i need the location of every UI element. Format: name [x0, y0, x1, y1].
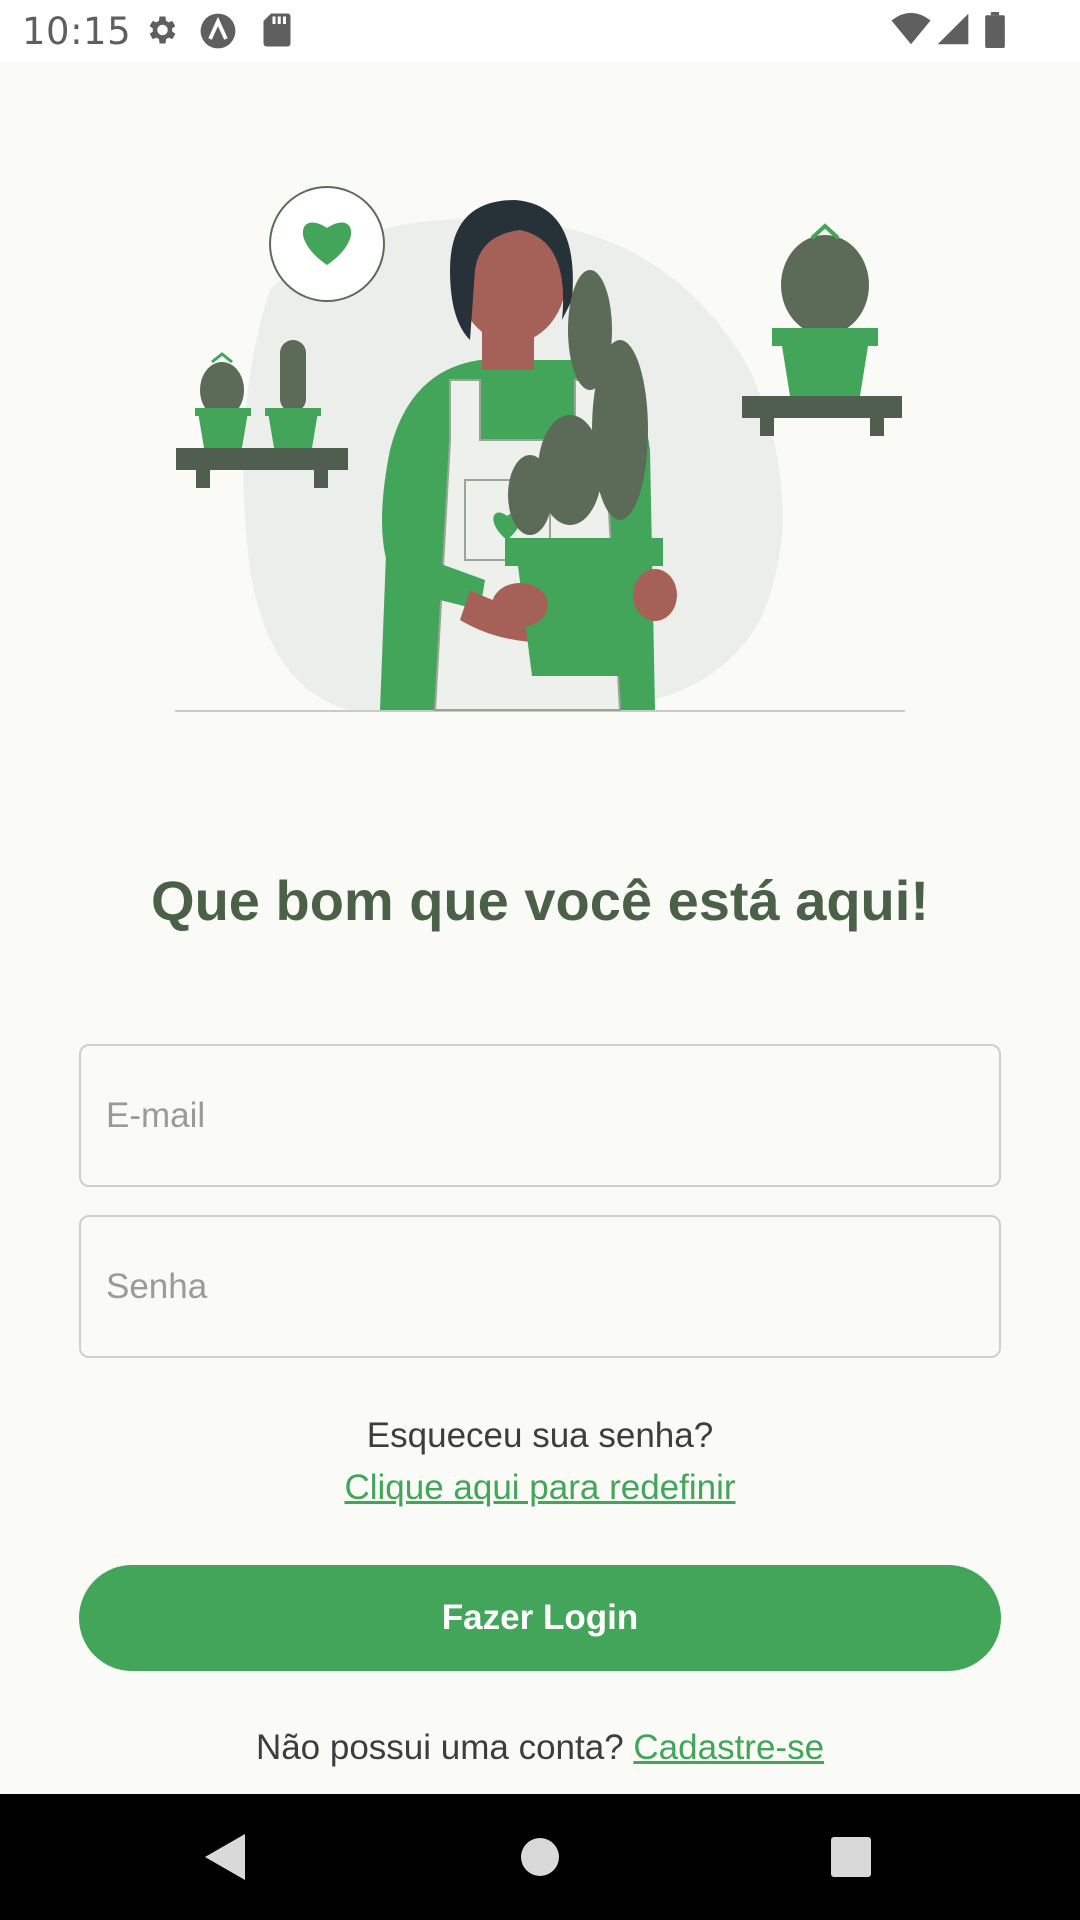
signup-row: Não possui uma conta? Cadastre-se [0, 1728, 1080, 1768]
app-logo-icon [200, 13, 236, 49]
status-bar: 10:15 [0, 0, 1080, 62]
password-field[interactable] [81, 1217, 999, 1356]
forgot-password-question: Esqueceu sua senha? [366, 1416, 714, 1455]
back-icon[interactable] [205, 1834, 245, 1880]
navigation-bar [0, 1794, 1080, 1920]
wifi-icon [891, 12, 931, 45]
password-field-container [79, 1215, 1001, 1358]
cell-signal-icon [937, 13, 969, 45]
status-time: 10:15 [22, 10, 132, 53]
plant-shop-illustration [175, 186, 905, 712]
sd-card-icon [263, 13, 291, 47]
page-title: Que bom que você está aqui! [151, 869, 929, 932]
email-field[interactable] [81, 1046, 999, 1185]
reset-password-link[interactable]: Clique aqui para redefinir [0, 1468, 1080, 1508]
home-icon[interactable] [520, 1837, 560, 1877]
signup-link[interactable]: Cadastre-se [633, 1728, 824, 1767]
battery-icon [985, 12, 1005, 48]
recents-icon[interactable] [831, 1837, 871, 1877]
gear-icon [149, 16, 176, 44]
signup-question: Não possui uma conta? [255, 1728, 624, 1767]
email-field-container [79, 1044, 1001, 1187]
login-button[interactable]: Fazer Login [79, 1565, 1001, 1671]
